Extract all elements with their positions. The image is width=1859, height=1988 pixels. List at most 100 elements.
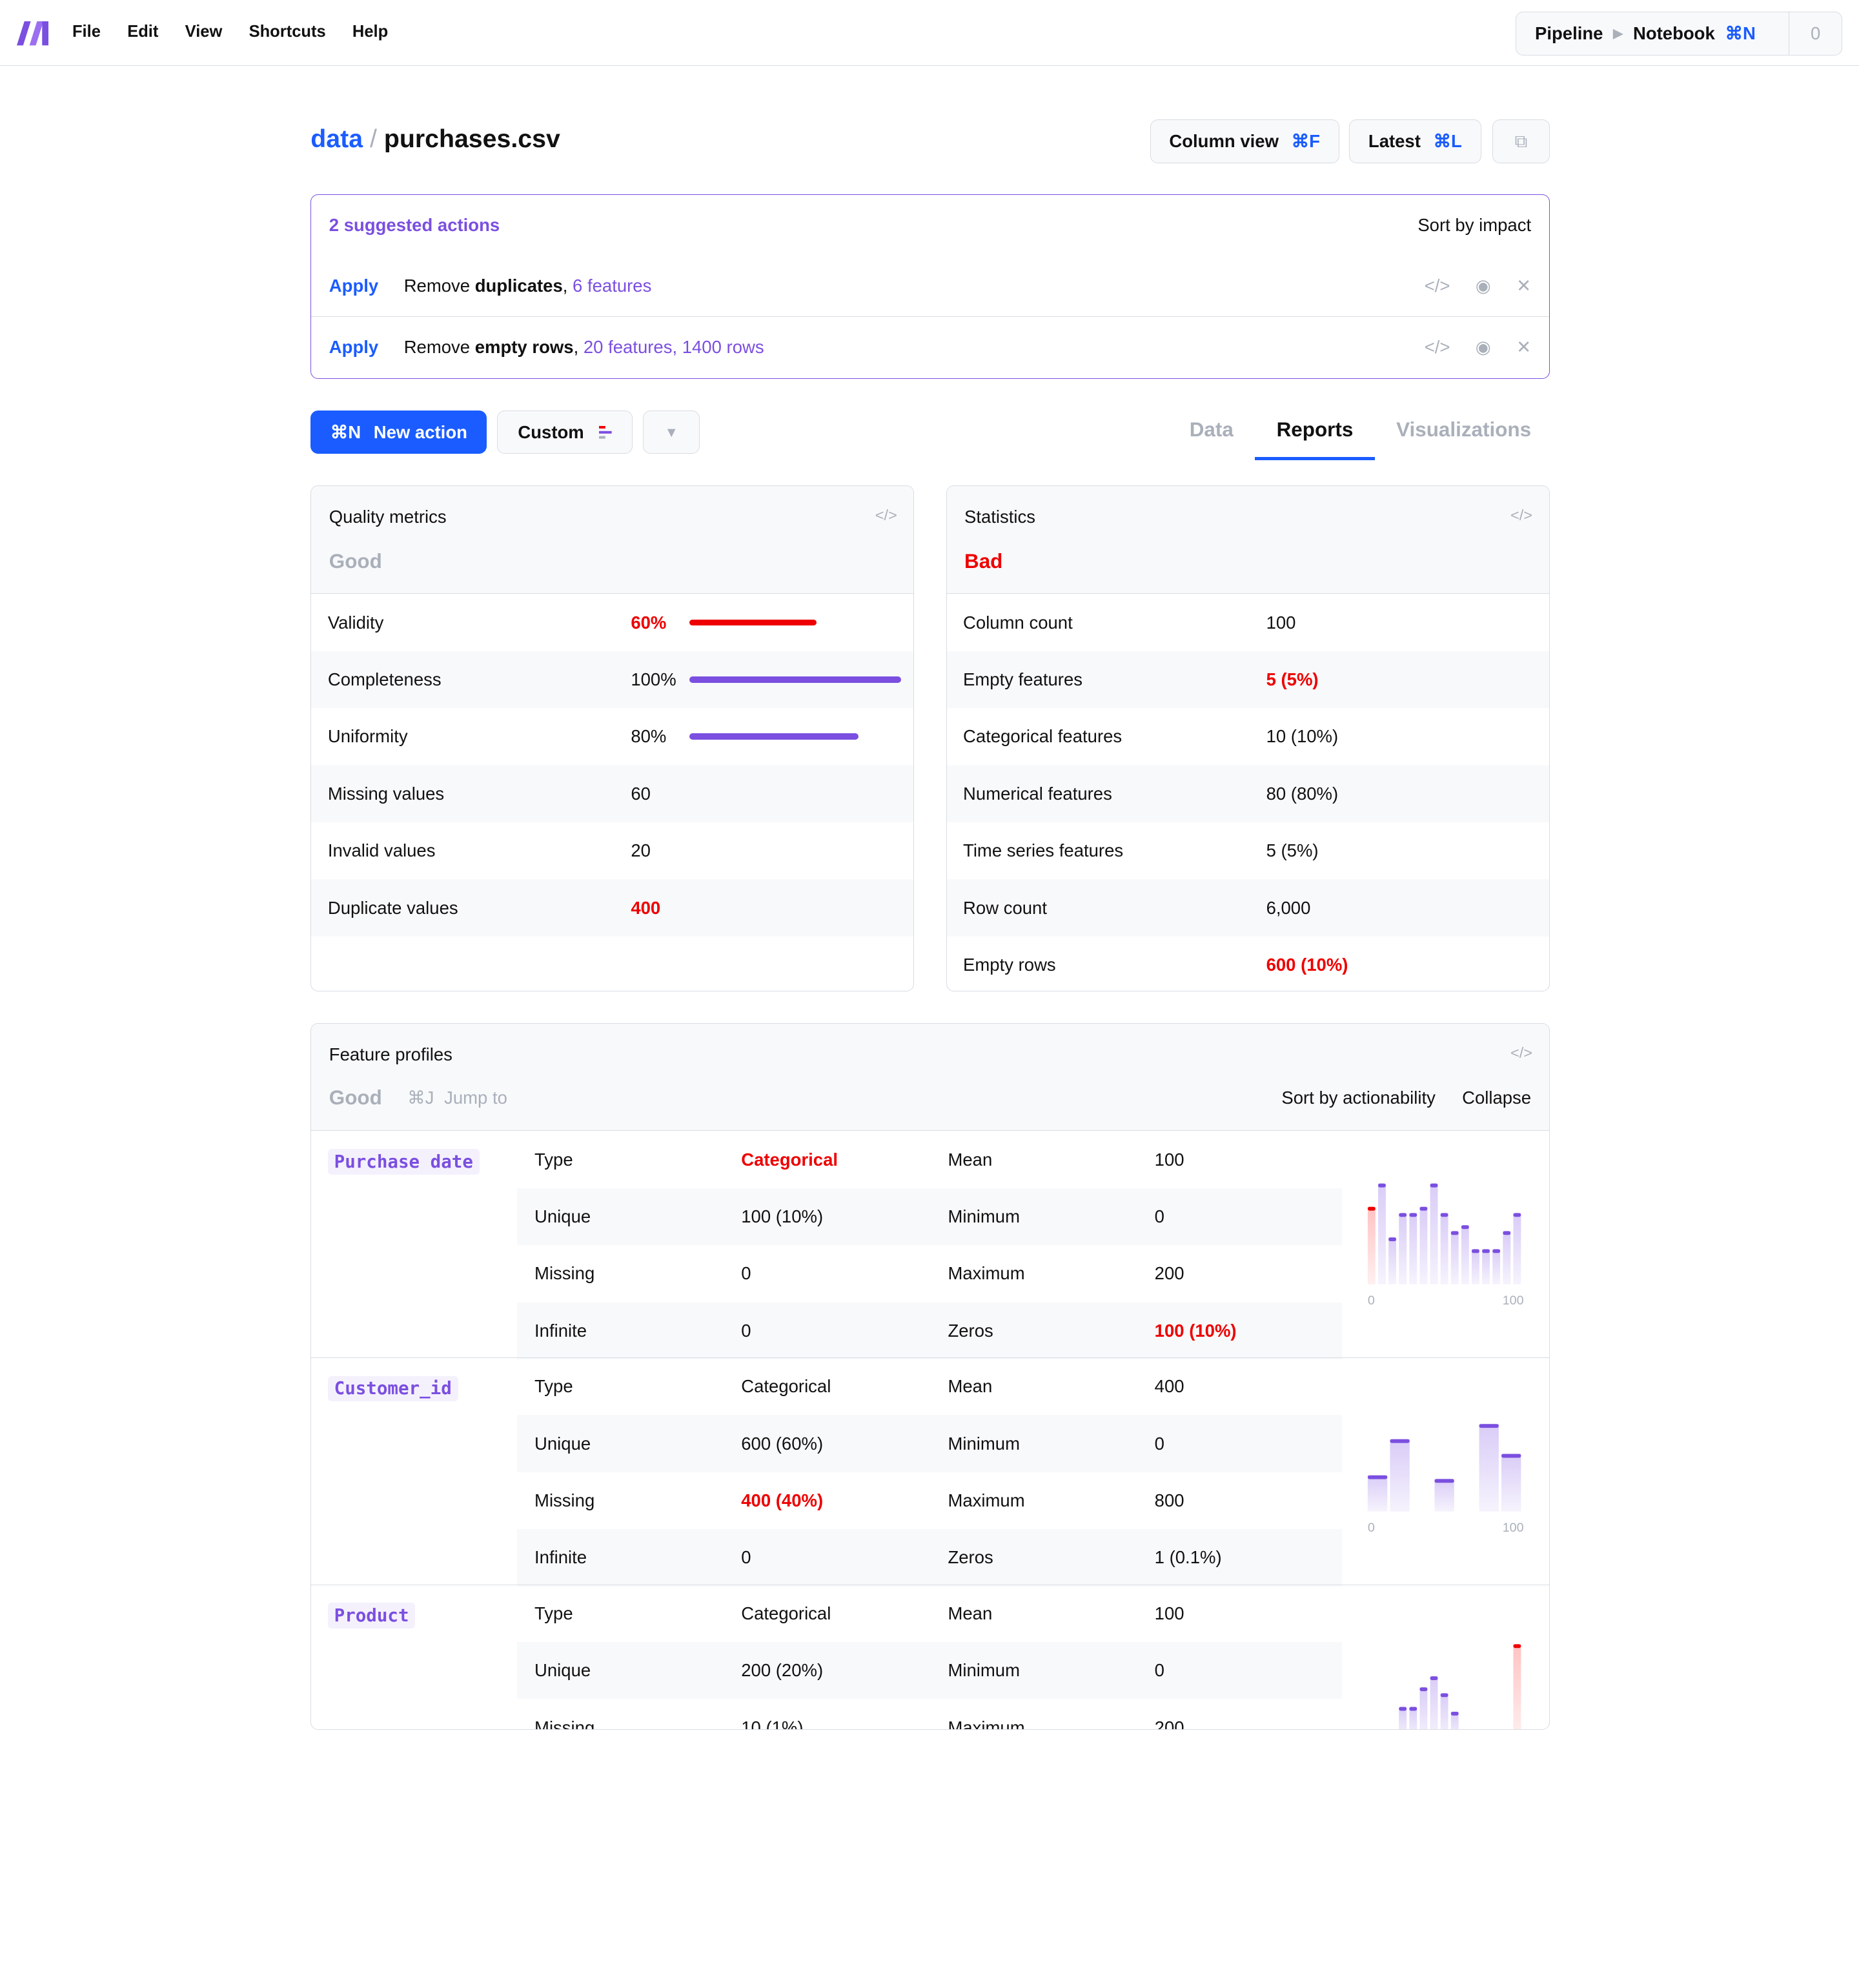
stat-value: Categorical	[741, 1603, 831, 1623]
histogram-bar-cap	[1471, 1249, 1479, 1253]
histogram-bar-cap	[1440, 1693, 1448, 1697]
action-verb: Remove	[403, 275, 475, 296]
histogram-bar-cap	[1492, 1249, 1500, 1253]
histogram-bar-cap	[1450, 1711, 1459, 1716]
code-icon[interactable]: </>	[1425, 337, 1450, 358]
stat-value: 200	[1154, 1717, 1184, 1730]
feature-name[interactable]: Purchase date	[327, 1148, 480, 1175]
shortcut-hint: ⌘N	[330, 421, 361, 442]
axis-min-label: 0	[1368, 1293, 1375, 1308]
breadcrumb-data[interactable]: data	[310, 125, 363, 153]
stat-label: Missing	[534, 1717, 595, 1730]
shortcut-hint: ⌘F	[1291, 131, 1320, 152]
shortcut-hint: ⌘L	[1433, 131, 1462, 152]
histogram: 0 100	[1367, 1424, 1523, 1535]
metric-row: Uniformity 80%	[311, 708, 913, 765]
copy-button[interactable]: ⧉	[1492, 119, 1550, 164]
histogram-bar-cap	[1419, 1207, 1428, 1211]
action-detail[interactable]: 20 features, 1400 rows	[584, 337, 764, 357]
stat-label: Mean	[948, 1603, 993, 1623]
pipeline-link[interactable]: Pipeline	[1535, 23, 1603, 44]
feature-profile: Customer_id Type Categorical Mean 400 Unique 6…	[311, 1357, 1549, 1587]
action-detail[interactable]: 6 features	[573, 276, 651, 296]
metric-row: Empty features 5 (5%)	[946, 651, 1549, 709]
suggested-actions-panel: 2 suggested actions Sort by impact Apply R…	[310, 194, 1550, 380]
play-icon: ▶	[1613, 26, 1623, 41]
histogram-bar	[1367, 1207, 1376, 1285]
new-action-button[interactable]: ⌘N New action	[310, 411, 487, 454]
histogram-bar	[1479, 1424, 1499, 1512]
suggestions-header: 2 suggested actions Sort by impact	[311, 195, 1549, 256]
stat-label: Maximum	[948, 1717, 1025, 1730]
apply-button[interactable]: Apply	[329, 337, 404, 358]
status-badge: Bad	[964, 550, 1003, 573]
tab-data[interactable]: Data	[1168, 411, 1255, 460]
menu-edit[interactable]: Edit	[127, 23, 158, 41]
code-icon[interactable]: </>	[1510, 1044, 1532, 1062]
feature-name[interactable]: Customer_id	[327, 1375, 458, 1402]
histogram-bar	[1481, 1249, 1490, 1285]
chevron-down-icon: ▼	[664, 423, 678, 440]
tab-visualizations[interactable]: Visualizations	[1375, 411, 1553, 460]
stat-label: Type	[534, 1376, 573, 1397]
code-icon[interactable]: </>	[875, 507, 897, 524]
dropdown-button[interactable]: ▼	[643, 411, 700, 454]
close-icon[interactable]: ✕	[1516, 337, 1531, 358]
stat-label: Maximum	[948, 1490, 1025, 1510]
eye-icon[interactable]: ◉	[1476, 337, 1491, 358]
histogram-bar-cap	[1399, 1707, 1407, 1711]
metric-value: 60%	[631, 612, 667, 633]
sort-by-impact[interactable]: Sort by impact	[1417, 215, 1531, 236]
histogram-bar	[1419, 1687, 1428, 1729]
histogram-bar-cap	[1390, 1439, 1410, 1443]
menu-help[interactable]: Help	[352, 23, 388, 41]
histogram	[1399, 1644, 1521, 1729]
status-badge: Good	[329, 550, 382, 573]
notebook-link[interactable]: Notebook	[1633, 23, 1715, 44]
feature-name[interactable]: Product	[327, 1603, 416, 1628]
histogram-bar	[1440, 1693, 1448, 1729]
histogram-bar	[1409, 1213, 1417, 1285]
apply-button[interactable]: Apply	[329, 276, 404, 296]
stat-label: Unique	[534, 1206, 591, 1226]
profile-row: Infinite 0 Zeros 1 (0.1%)	[516, 1529, 1343, 1587]
histogram-bar	[1471, 1249, 1479, 1285]
profile-row: Type Categorical Mean 100	[517, 1585, 1343, 1642]
column-view-button[interactable]: Column view ⌘F	[1150, 119, 1339, 164]
custom-button[interactable]: Custom	[497, 411, 633, 454]
stat-value: 200 (20%)	[741, 1660, 824, 1681]
latest-button[interactable]: Latest ⌘L	[1349, 119, 1481, 164]
metric-value: 600 (10%)	[1266, 954, 1348, 975]
code-icon[interactable]: </>	[1425, 276, 1450, 296]
action-target: empty rows	[474, 336, 574, 357]
histogram-bar	[1430, 1676, 1438, 1729]
stat-label: Zeros	[948, 1320, 993, 1341]
tab-reports[interactable]: Reports	[1255, 411, 1375, 460]
metric-value: 80%	[631, 726, 667, 747]
metric-value: 100	[1266, 612, 1296, 633]
histogram-bar	[1503, 1231, 1511, 1285]
notification-count[interactable]: 0	[1788, 12, 1842, 56]
feature-profile: Product Type Categorical Mean 100 Unique 200 (…	[311, 1584, 1549, 1730]
stat-value: 1 (0.1%)	[1154, 1547, 1222, 1568]
menu-file[interactable]: File	[72, 23, 101, 41]
metric-value: 400	[631, 897, 661, 918]
eye-icon[interactable]: ◉	[1476, 276, 1491, 296]
page-title: purchases.csv	[383, 124, 560, 153]
code-icon[interactable]: </>	[1510, 507, 1532, 524]
stat-value: 200	[1154, 1263, 1184, 1284]
menu-shortcuts[interactable]: Shortcuts	[249, 23, 326, 41]
metric-label: Row count	[963, 897, 1047, 918]
histogram-bar	[1367, 1475, 1388, 1512]
histogram-bar	[1399, 1213, 1407, 1285]
axis-min-label: 0	[1368, 1521, 1375, 1535]
stat-label: Unique	[534, 1433, 591, 1454]
card-title: Feature profiles	[329, 1044, 452, 1064]
jump-to-input[interactable]: Jump to	[444, 1088, 507, 1108]
menu-view[interactable]: View	[185, 23, 223, 41]
collapse-button[interactable]: Collapse	[1462, 1088, 1531, 1108]
stat-value: 0	[1154, 1206, 1164, 1226]
stat-label: Mean	[948, 1376, 993, 1397]
close-icon[interactable]: ✕	[1516, 276, 1531, 296]
sort-by-actionability[interactable]: Sort by actionability	[1281, 1088, 1435, 1108]
